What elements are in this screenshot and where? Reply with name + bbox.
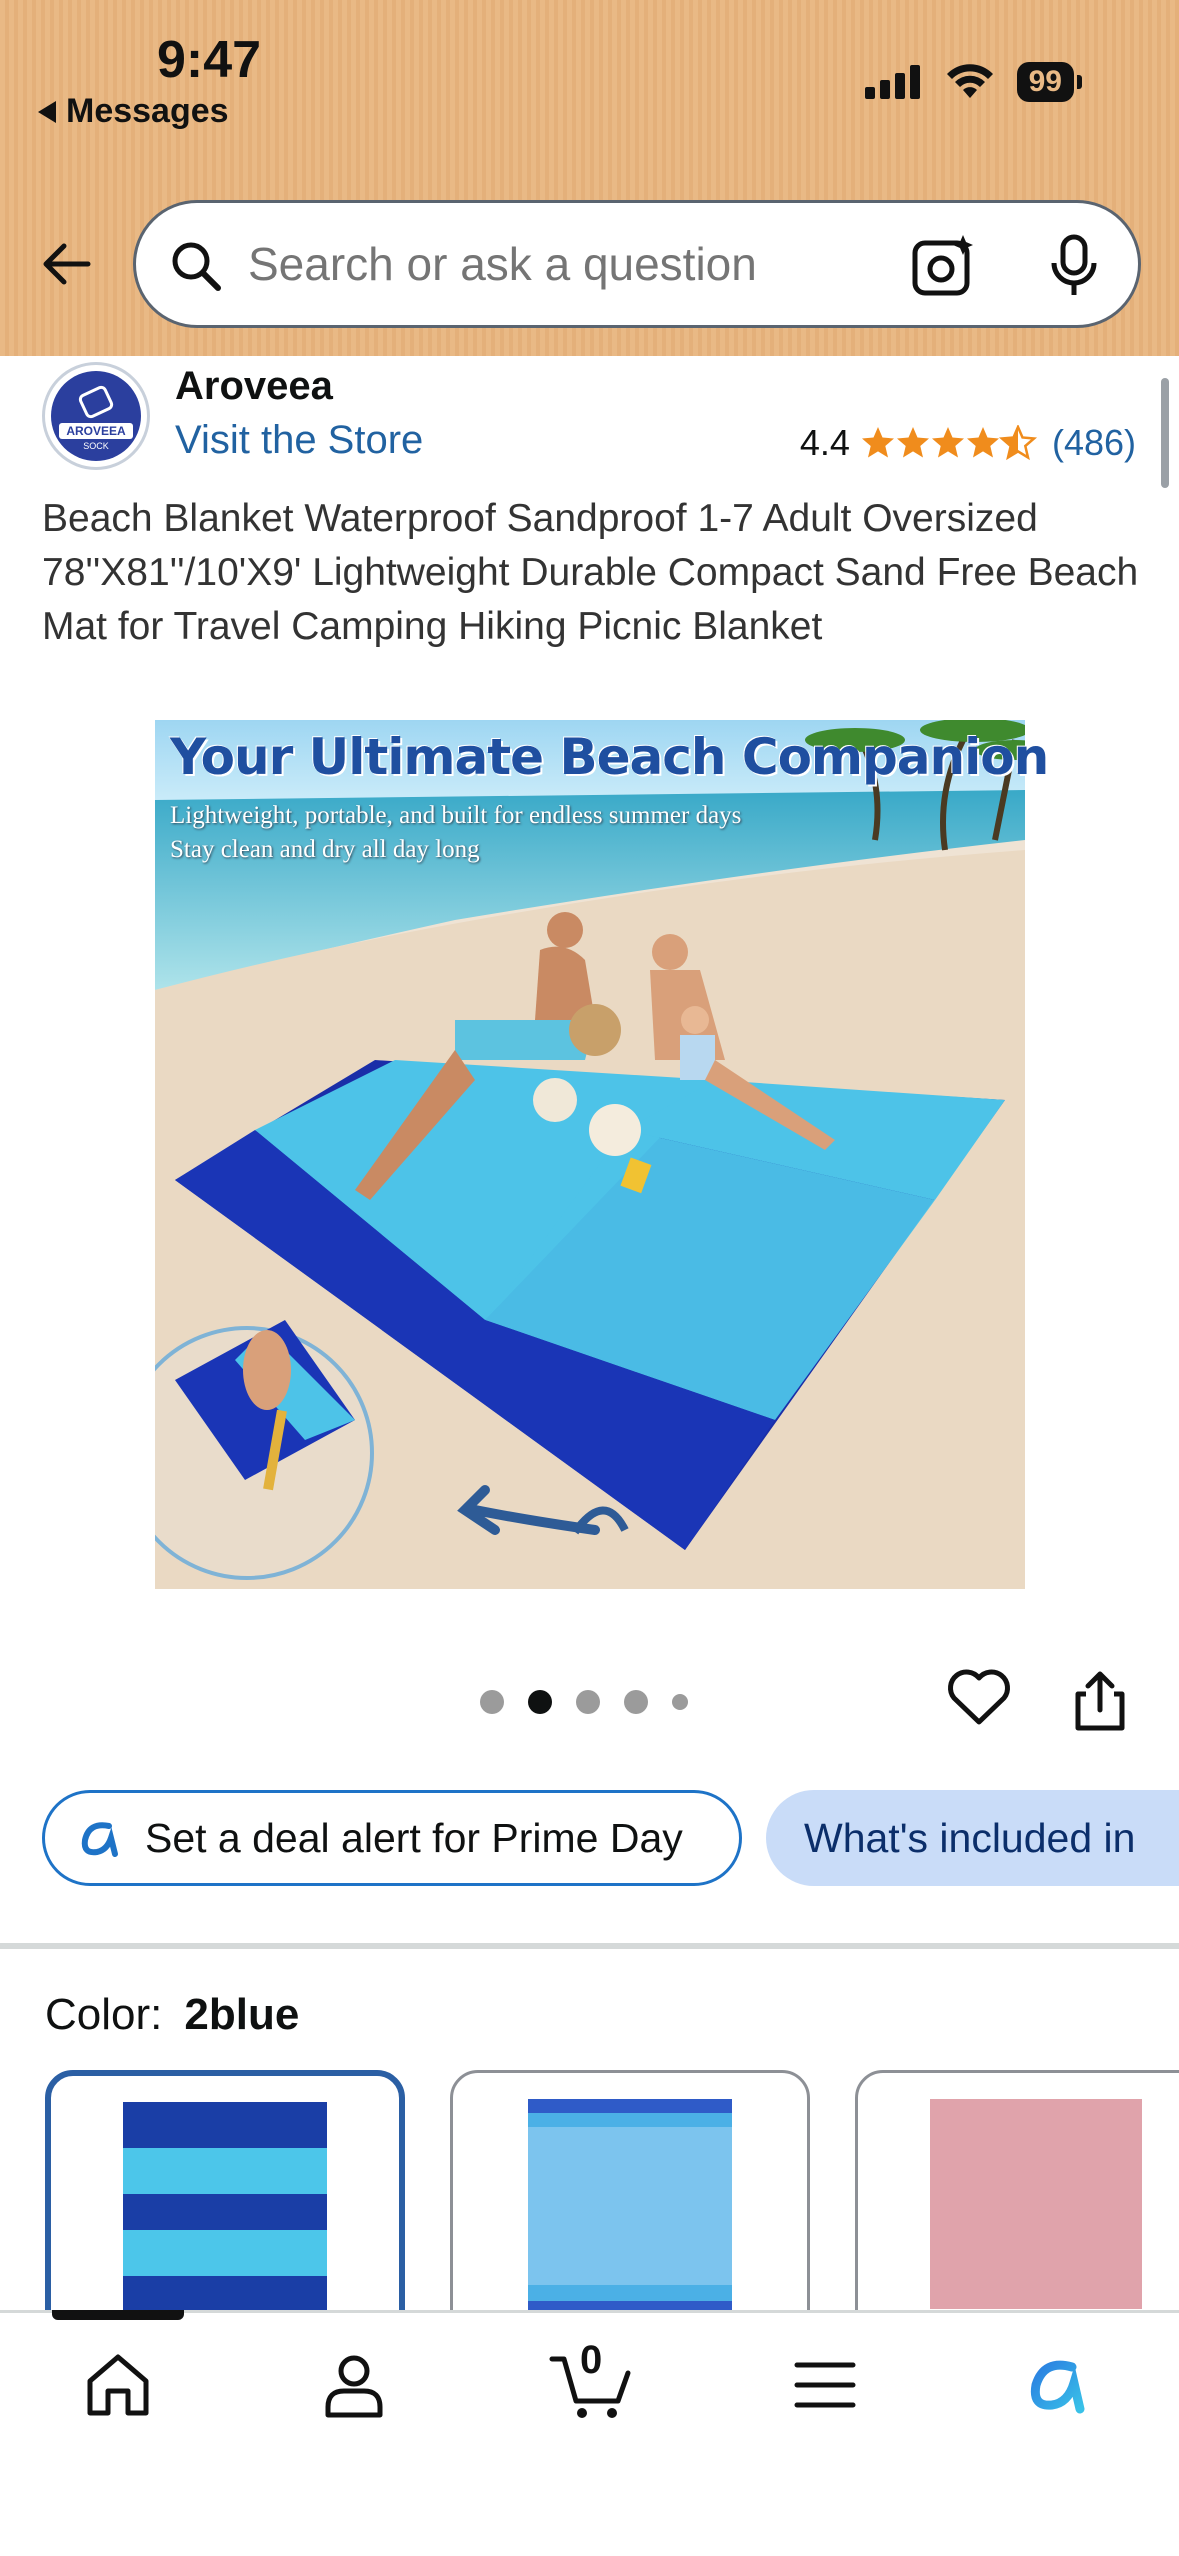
deal-alert-chip[interactable]: Set a deal alert for Prime Day bbox=[42, 1790, 742, 1886]
image-subline-1: Lightweight, portable, and built for end… bbox=[170, 802, 742, 829]
star-rating-icon bbox=[861, 425, 1036, 459]
back-triangle-icon bbox=[38, 100, 56, 123]
brand-logo-text: AROVEEA bbox=[59, 423, 133, 439]
visit-store-link[interactable]: Visit the Store bbox=[175, 418, 423, 463]
swatch-pink[interactable] bbox=[855, 2070, 1179, 2340]
product-title: Beach Blanket Waterproof Sandproof 1-7 A… bbox=[42, 497, 1139, 648]
deal-alert-label: Set a deal alert for Prime Day bbox=[145, 1814, 683, 1861]
back-arrow-icon[interactable] bbox=[34, 232, 98, 296]
status-icons: 99 bbox=[864, 62, 1083, 102]
brand-logo-subtext: SOCK bbox=[83, 441, 109, 451]
back-to-messages[interactable]: Messages bbox=[38, 92, 229, 131]
heart-icon[interactable] bbox=[946, 1668, 1012, 1728]
wifi-icon bbox=[946, 64, 993, 98]
carousel-dots[interactable] bbox=[480, 1690, 688, 1714]
swatch-light-blue-image bbox=[528, 2099, 732, 2319]
brand-name: Aroveea bbox=[175, 364, 333, 408]
carousel-dot[interactable] bbox=[480, 1690, 504, 1714]
search-input[interactable] bbox=[248, 203, 888, 325]
carousel-dot[interactable] bbox=[672, 1694, 688, 1710]
nav-active-indicator bbox=[52, 2310, 184, 2320]
sock-icon bbox=[76, 383, 116, 421]
scroll-indicator bbox=[1161, 378, 1169, 488]
swatch-light-blue[interactable] bbox=[450, 2070, 810, 2340]
swatch-pink-image bbox=[930, 2099, 1142, 2309]
image-headline: Your Ultimate Beach Companion bbox=[170, 728, 1049, 786]
signal-icon bbox=[864, 65, 920, 99]
home-icon[interactable] bbox=[78, 2345, 158, 2425]
battery-indicator: 99 bbox=[1016, 62, 1083, 102]
section-divider bbox=[0, 1943, 1179, 1949]
share-icon[interactable] bbox=[1070, 1668, 1130, 1734]
status-time: 9:47 bbox=[157, 31, 262, 89]
microphone-icon[interactable] bbox=[1044, 233, 1104, 299]
rating-count: (486) bbox=[1051, 422, 1136, 463]
color-selected-value: 2blue bbox=[184, 1990, 300, 2039]
carousel-dot[interactable] bbox=[576, 1690, 600, 1714]
camera-lens-icon[interactable] bbox=[911, 233, 977, 299]
menu-icon[interactable] bbox=[785, 2345, 865, 2425]
rufus-nav-icon[interactable] bbox=[1020, 2345, 1100, 2425]
rufus-icon bbox=[81, 1822, 118, 1857]
back-app-label: Messages bbox=[66, 92, 229, 130]
search-icon bbox=[172, 242, 221, 291]
cart-count: 0 bbox=[580, 2338, 603, 2382]
carousel-dot-active[interactable] bbox=[528, 1690, 552, 1714]
whats-included-chip[interactable]: What's included in bbox=[766, 1790, 1179, 1886]
rating-value: 4.4 bbox=[799, 422, 850, 463]
image-subline-2: Stay clean and dry all day long bbox=[170, 836, 480, 863]
rating-summary[interactable]: 4.4 (486) bbox=[800, 422, 1136, 464]
brand-logo[interactable]: AROVEEA SOCK bbox=[42, 362, 150, 470]
color-selector-label: Color: 2blue bbox=[45, 1990, 299, 2040]
swatch-2blue[interactable] bbox=[45, 2070, 405, 2340]
color-label: Color: bbox=[45, 1990, 163, 2039]
swatch-2blue-image bbox=[123, 2102, 327, 2316]
search-bar[interactable] bbox=[133, 200, 1141, 328]
account-icon[interactable] bbox=[314, 2345, 394, 2425]
carousel-dot[interactable] bbox=[624, 1690, 648, 1714]
